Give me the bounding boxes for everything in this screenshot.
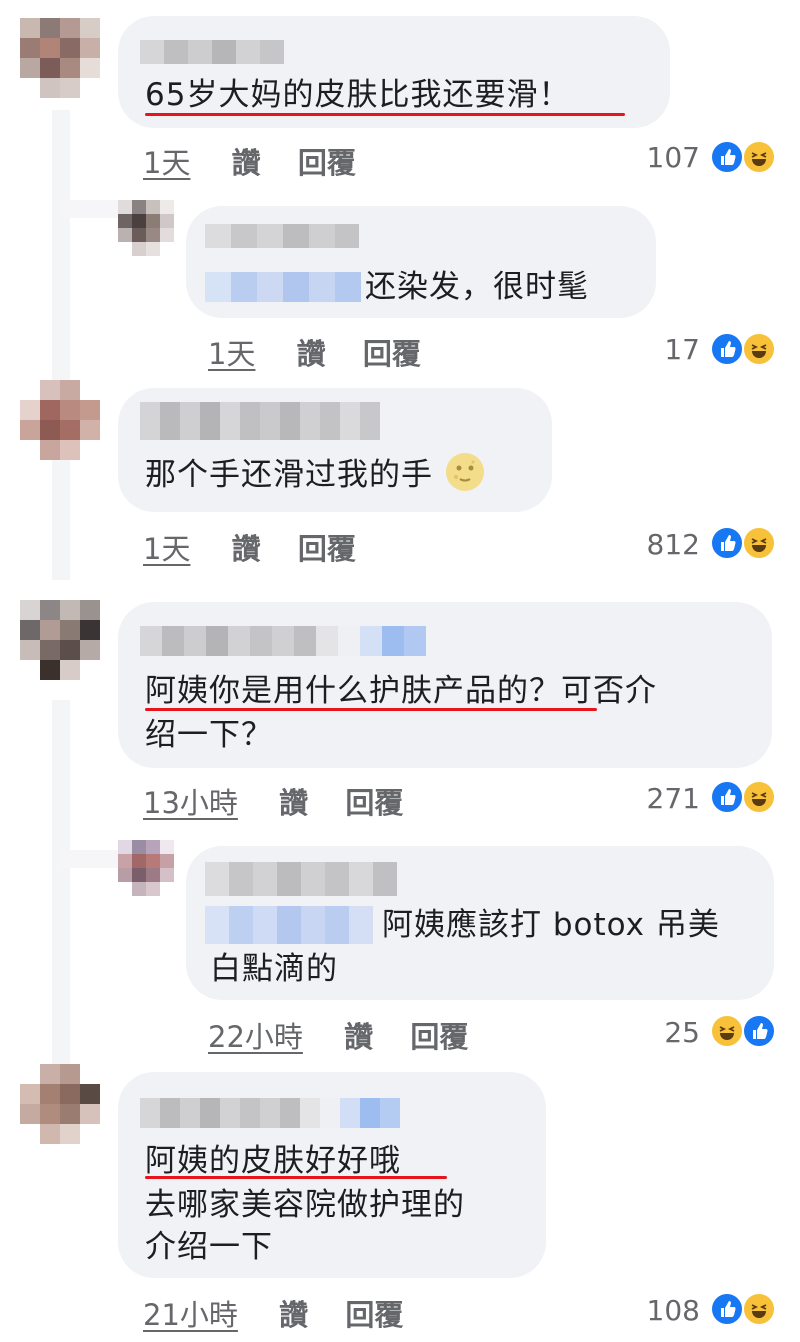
- reaction-count[interactable]: 271: [640, 782, 700, 815]
- moon-face-emoji: [445, 453, 484, 491]
- laughing-face-icon: [742, 1292, 776, 1326]
- like-button[interactable]: 讚: [279, 1298, 308, 1332]
- reply-button[interactable]: 回覆: [410, 1020, 468, 1054]
- reaction-count[interactable]: 812: [640, 528, 700, 561]
- comment-meta: 1天 讚 回覆: [208, 331, 421, 373]
- comment-time[interactable]: 21小時: [143, 1298, 238, 1332]
- laughing-face-icon: [742, 140, 776, 174]
- comment-text: 还染发，很时髦: [365, 269, 589, 305]
- avatar[interactable]: [20, 380, 100, 460]
- avatar[interactable]: [20, 1064, 100, 1144]
- tagged-name-blurred[interactable]: [205, 272, 361, 302]
- reply-button[interactable]: 回覆: [345, 1298, 403, 1332]
- reaction-count[interactable]: 17: [640, 333, 700, 366]
- comment-meta: 13小時 讚 回覆: [143, 780, 403, 822]
- like-button[interactable]: 讚: [232, 532, 261, 566]
- commenter-name-blurred[interactable]: [205, 224, 359, 248]
- reply-button[interactable]: 回覆: [298, 532, 356, 566]
- highlight-underline: [145, 708, 597, 711]
- like-button[interactable]: 讚: [232, 146, 261, 180]
- commenter-name-blurred[interactable]: [140, 40, 284, 64]
- reaction-count[interactable]: 107: [640, 141, 700, 174]
- comment-meta: 21小時 讚 回覆: [143, 1292, 403, 1334]
- comment-time[interactable]: 1天: [208, 337, 255, 371]
- thread-line: [52, 110, 70, 580]
- like-button[interactable]: 讚: [297, 337, 326, 371]
- highlight-underline: [145, 1176, 447, 1179]
- commenter-name-blurred[interactable]: [205, 862, 397, 896]
- reply-button[interactable]: 回覆: [345, 786, 403, 820]
- comment-text-line: 绍一下？: [145, 717, 273, 753]
- comment-text-line: 去哪家美容院做护理的: [145, 1187, 465, 1223]
- like-button[interactable]: 讚: [279, 786, 308, 820]
- avatar[interactable]: [20, 600, 100, 680]
- comment-meta: 1天 讚 回覆: [143, 526, 356, 568]
- thumbs-up-icon: [710, 1292, 744, 1326]
- laughing-face-icon: [710, 1014, 744, 1048]
- comment-text: 那个手还滑过我的手: [145, 452, 484, 498]
- commenter-name-blurred[interactable]: [140, 1098, 400, 1128]
- comment-text-line: 白點滴的: [210, 951, 338, 987]
- comment-text-line: 介绍一下: [145, 1229, 273, 1265]
- commenter-name-blurred[interactable]: [140, 626, 426, 656]
- comment-time[interactable]: 22小時: [208, 1020, 303, 1054]
- reaction-count[interactable]: 108: [640, 1294, 700, 1327]
- avatar[interactable]: [118, 200, 174, 256]
- avatar[interactable]: [20, 18, 100, 98]
- thumbs-up-icon: [710, 780, 744, 814]
- comment-time[interactable]: 1天: [143, 146, 190, 180]
- comment-time[interactable]: 1天: [143, 532, 190, 566]
- reaction-count[interactable]: 25: [640, 1016, 700, 1049]
- like-button[interactable]: 讚: [344, 1020, 373, 1054]
- highlight-underline: [145, 113, 625, 116]
- comment-meta: 1天 讚 回覆: [143, 140, 356, 182]
- laughing-face-icon: [742, 526, 776, 560]
- thumbs-up-icon: [710, 526, 744, 560]
- comment-text: 65岁大妈的皮肤比我还要滑！: [145, 77, 571, 113]
- laughing-face-icon: [742, 780, 776, 814]
- tagged-name-blurred[interactable]: [205, 906, 373, 944]
- comment-text-line: 阿姨應該打 botox 吊美: [382, 907, 720, 943]
- reply-button[interactable]: 回覆: [363, 337, 421, 371]
- commenter-name-blurred[interactable]: [140, 402, 380, 440]
- laughing-face-icon: [742, 332, 776, 366]
- avatar[interactable]: [118, 840, 174, 896]
- thumbs-up-icon: [710, 140, 744, 174]
- thumbs-up-icon: [710, 332, 744, 366]
- comment-text-content: 那个手还滑过我的手: [145, 457, 433, 493]
- comment-time[interactable]: 13小時: [143, 786, 238, 820]
- reply-button[interactable]: 回覆: [298, 146, 356, 180]
- comment-meta: 22小時 讚 回覆: [208, 1014, 468, 1056]
- thread-line: [52, 700, 70, 1080]
- thumbs-up-icon: [742, 1014, 776, 1048]
